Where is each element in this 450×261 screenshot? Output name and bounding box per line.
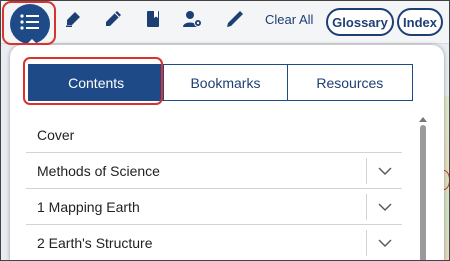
tab-bookmarks[interactable]: Bookmarks: [163, 65, 287, 100]
scroll-up-arrow[interactable]: [419, 117, 427, 122]
pen-icon: [226, 10, 244, 33]
toc-list: Cover Methods of Science 1 Mapping Earth…: [26, 117, 402, 261]
toc-item-cover[interactable]: Cover: [26, 117, 402, 153]
toc-item-label: Cover: [37, 126, 75, 143]
highlighter-button[interactable]: [60, 8, 86, 34]
contents-panel: Contents Bookmarks Resources Cover Metho…: [10, 45, 444, 261]
pencil-button[interactable]: [100, 8, 126, 34]
toc-item-label: 2 Earth's Structure: [37, 234, 153, 251]
top-toolbar: Clear All Glossary Index: [0, 0, 450, 45]
contents-tab-highlight: [23, 57, 163, 105]
settings-user-icon: [183, 10, 203, 33]
toc-item-label: 1 Mapping Earth: [37, 198, 140, 215]
expand-button[interactable]: [366, 158, 402, 184]
scrollbar[interactable]: [420, 125, 426, 261]
toc-item-label: Methods of Science: [37, 162, 160, 179]
toc-item-mapping-earth[interactable]: 1 Mapping Earth: [26, 189, 402, 225]
user-settings-button[interactable]: [180, 8, 206, 34]
glossary-button[interactable]: Glossary: [326, 8, 394, 36]
chevron-down-icon: [378, 239, 391, 247]
expand-button[interactable]: [366, 230, 402, 256]
chevron-down-icon: [378, 167, 391, 175]
expand-button[interactable]: [366, 194, 402, 220]
highlighter-icon: [64, 10, 82, 33]
bookmark-button[interactable]: [140, 8, 166, 34]
toc-item-earths-structure[interactable]: 2 Earth's Structure: [26, 225, 402, 261]
pencil-icon: [104, 10, 122, 33]
index-button[interactable]: Index: [397, 8, 443, 36]
toc-button-highlight: [2, 1, 56, 45]
toc-item-methods-of-science[interactable]: Methods of Science: [26, 153, 402, 189]
tab-resources[interactable]: Resources: [286, 65, 412, 100]
chevron-down-icon: [378, 203, 391, 211]
pen-button[interactable]: [222, 8, 248, 34]
bookmark-icon: [145, 10, 161, 33]
scrollbar-thumb[interactable]: [420, 125, 426, 261]
clear-all-link[interactable]: Clear All: [265, 12, 313, 27]
